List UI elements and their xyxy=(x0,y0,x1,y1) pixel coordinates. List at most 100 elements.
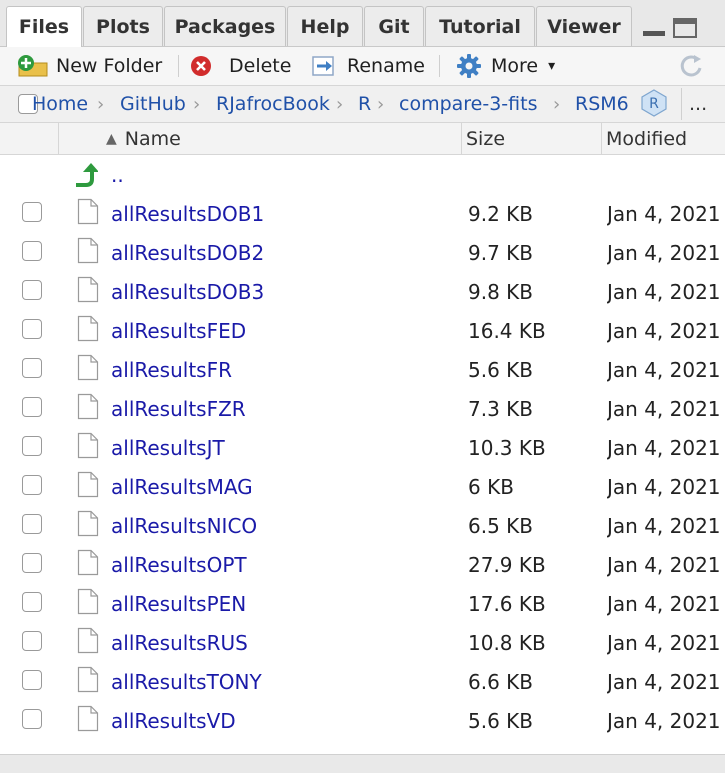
minimize-pane-button[interactable] xyxy=(643,18,665,36)
file-checkbox[interactable] xyxy=(22,397,42,417)
file-checkbox[interactable] xyxy=(22,475,42,495)
file-size: 6.6 KB xyxy=(468,669,533,694)
file-name-link[interactable]: allResultsTONY xyxy=(111,662,262,701)
file-modified: Jan 4, 2021 xyxy=(607,318,721,343)
file-modified: Jan 4, 2021 xyxy=(607,474,721,499)
file-row[interactable]: allResultsDOB2 9.7 KB Jan 4, 2021 xyxy=(0,233,725,272)
file-checkbox[interactable] xyxy=(22,319,42,339)
file-size: 9.8 KB xyxy=(468,279,533,304)
file-modified: Jan 4, 2021 xyxy=(607,396,721,421)
files-pane: Files Plots Packages Help Git Tutorial V… xyxy=(0,0,725,773)
breadcrumb-overflow-button[interactable]: ... xyxy=(689,86,707,122)
breadcrumb-r[interactable]: R xyxy=(358,86,371,122)
file-size: 6.5 KB xyxy=(468,513,533,538)
file-icon xyxy=(77,315,99,342)
file-size: 9.2 KB xyxy=(468,201,533,226)
file-row[interactable]: allResultsJT 10.3 KB Jan 4, 2021 xyxy=(0,428,725,467)
file-checkbox[interactable] xyxy=(22,631,42,651)
breadcrumb-separator: › xyxy=(193,93,201,115)
file-name-link[interactable]: allResultsNICO xyxy=(111,506,257,545)
pane-tab-bar: Files Plots Packages Help Git Tutorial V… xyxy=(0,0,725,47)
file-modified: Jan 4, 2021 xyxy=(607,357,721,382)
breadcrumb-home[interactable]: Home xyxy=(32,86,88,122)
breadcrumb-compare-3-fits[interactable]: compare-3-fits xyxy=(399,86,537,122)
file-icon xyxy=(77,705,99,732)
file-size: 27.9 KB xyxy=(468,552,546,577)
file-row[interactable]: allResultsVD 5.6 KB Jan 4, 2021 xyxy=(0,701,725,740)
file-size: 5.6 KB xyxy=(468,708,533,733)
file-name-link[interactable]: allResultsFED xyxy=(111,311,246,350)
file-size: 7.3 KB xyxy=(468,396,533,421)
file-icon xyxy=(77,354,99,381)
files-toolbar: New Folder Delete Rename More ▾ xyxy=(0,47,725,86)
file-checkbox[interactable] xyxy=(22,670,42,690)
file-name-link[interactable]: allResultsMAG xyxy=(111,467,253,506)
breadcrumb: Home › GitHub › RJafrocBook › R › compar… xyxy=(0,86,725,123)
new-folder-button[interactable]: New Folder xyxy=(16,47,162,85)
breadcrumb-github[interactable]: GitHub xyxy=(120,86,186,122)
file-row[interactable]: allResultsPEN 17.6 KB Jan 4, 2021 xyxy=(0,584,725,623)
file-name-link[interactable]: allResultsDOB3 xyxy=(111,272,264,311)
file-name-link[interactable]: allResultsVD xyxy=(111,701,236,740)
modified-column-header[interactable]: Modified xyxy=(606,123,687,154)
file-row[interactable]: allResultsNICO 6.5 KB Jan 4, 2021 xyxy=(0,506,725,545)
delete-button[interactable]: Delete xyxy=(190,47,291,85)
file-name-link[interactable]: allResultsFR xyxy=(111,350,232,389)
tab-help[interactable]: Help xyxy=(287,6,363,46)
file-icon xyxy=(77,666,99,693)
file-modified: Jan 4, 2021 xyxy=(607,708,721,733)
tab-plots[interactable]: Plots xyxy=(83,6,163,46)
file-checkbox[interactable] xyxy=(22,709,42,729)
file-checkbox[interactable] xyxy=(22,280,42,300)
file-checkbox[interactable] xyxy=(22,358,42,378)
file-icon xyxy=(77,198,99,225)
file-name-link[interactable]: allResultsJT xyxy=(111,428,225,467)
file-modified: Jan 4, 2021 xyxy=(607,201,721,226)
tab-tutorial[interactable]: Tutorial xyxy=(425,6,535,46)
file-name-link[interactable]: allResultsPEN xyxy=(111,584,246,623)
file-row[interactable]: allResultsOPT 27.9 KB Jan 4, 2021 xyxy=(0,545,725,584)
file-checkbox[interactable] xyxy=(22,514,42,534)
file-row[interactable]: allResultsFR 5.6 KB Jan 4, 2021 xyxy=(0,350,725,389)
parent-directory-link[interactable]: .. xyxy=(111,155,124,194)
maximize-pane-button[interactable] xyxy=(673,18,697,38)
tab-files[interactable]: Files xyxy=(6,6,82,47)
rename-button[interactable]: Rename xyxy=(311,47,425,85)
file-row[interactable]: allResultsTONY 6.6 KB Jan 4, 2021 xyxy=(0,662,725,701)
file-checkbox[interactable] xyxy=(22,241,42,261)
file-icon xyxy=(77,588,99,615)
tab-viewer[interactable]: Viewer xyxy=(536,6,632,46)
more-menu-button[interactable]: More ▾ xyxy=(455,47,555,85)
file-checkbox[interactable] xyxy=(22,436,42,456)
name-column-header[interactable]: ▲ Name xyxy=(106,123,181,154)
refresh-icon[interactable] xyxy=(676,51,706,81)
file-name-link[interactable]: allResultsDOB1 xyxy=(111,194,264,233)
breadcrumb-separator: › xyxy=(553,93,561,115)
file-row[interactable]: allResultsDOB1 9.2 KB Jan 4, 2021 xyxy=(0,194,725,233)
file-row[interactable]: allResultsFZR 7.3 KB Jan 4, 2021 xyxy=(0,389,725,428)
file-name-link[interactable]: allResultsRUS xyxy=(111,623,248,662)
file-size: 16.4 KB xyxy=(468,318,546,343)
tab-git[interactable]: Git xyxy=(364,6,424,46)
file-row[interactable]: allResultsFED 16.4 KB Jan 4, 2021 xyxy=(0,311,725,350)
size-column-header[interactable]: Size xyxy=(466,123,505,154)
parent-directory-row[interactable]: .. xyxy=(0,155,725,194)
file-checkbox[interactable] xyxy=(22,592,42,612)
file-name-link[interactable]: allResultsDOB2 xyxy=(111,233,264,272)
file-modified: Jan 4, 2021 xyxy=(607,669,721,694)
breadcrumb-rjafrocbook[interactable]: RJafrocBook xyxy=(216,86,330,122)
file-name-link[interactable]: allResultsOPT xyxy=(111,545,247,584)
file-size: 6 KB xyxy=(468,474,514,499)
file-row[interactable]: allResultsRUS 10.8 KB Jan 4, 2021 xyxy=(0,623,725,662)
file-row[interactable]: allResultsDOB3 9.8 KB Jan 4, 2021 xyxy=(0,272,725,311)
file-row[interactable]: allResultsMAG 6 KB Jan 4, 2021 xyxy=(0,467,725,506)
file-modified: Jan 4, 2021 xyxy=(607,630,721,655)
file-icon xyxy=(77,276,99,303)
breadcrumb-rsm6[interactable]: RSM6 xyxy=(575,86,629,122)
file-checkbox[interactable] xyxy=(22,553,42,573)
tab-packages[interactable]: Packages xyxy=(164,6,286,46)
file-name-link[interactable]: allResultsFZR xyxy=(111,389,246,428)
r-project-icon[interactable]: R xyxy=(640,88,668,118)
rename-icon xyxy=(312,56,334,76)
file-checkbox[interactable] xyxy=(22,202,42,222)
